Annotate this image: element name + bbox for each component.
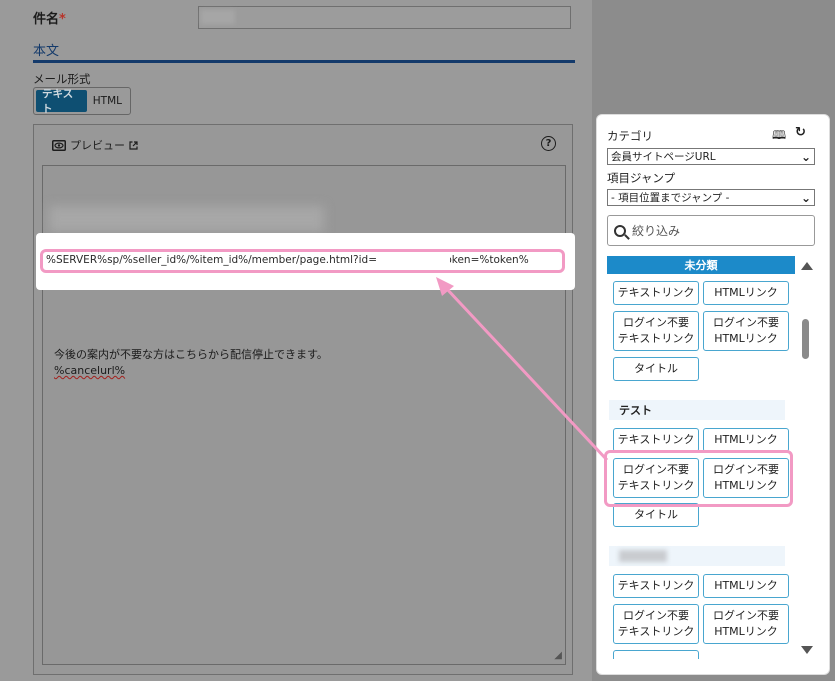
- arrow-shaft: [444, 286, 609, 462]
- annotation-arrow: [436, 277, 609, 462]
